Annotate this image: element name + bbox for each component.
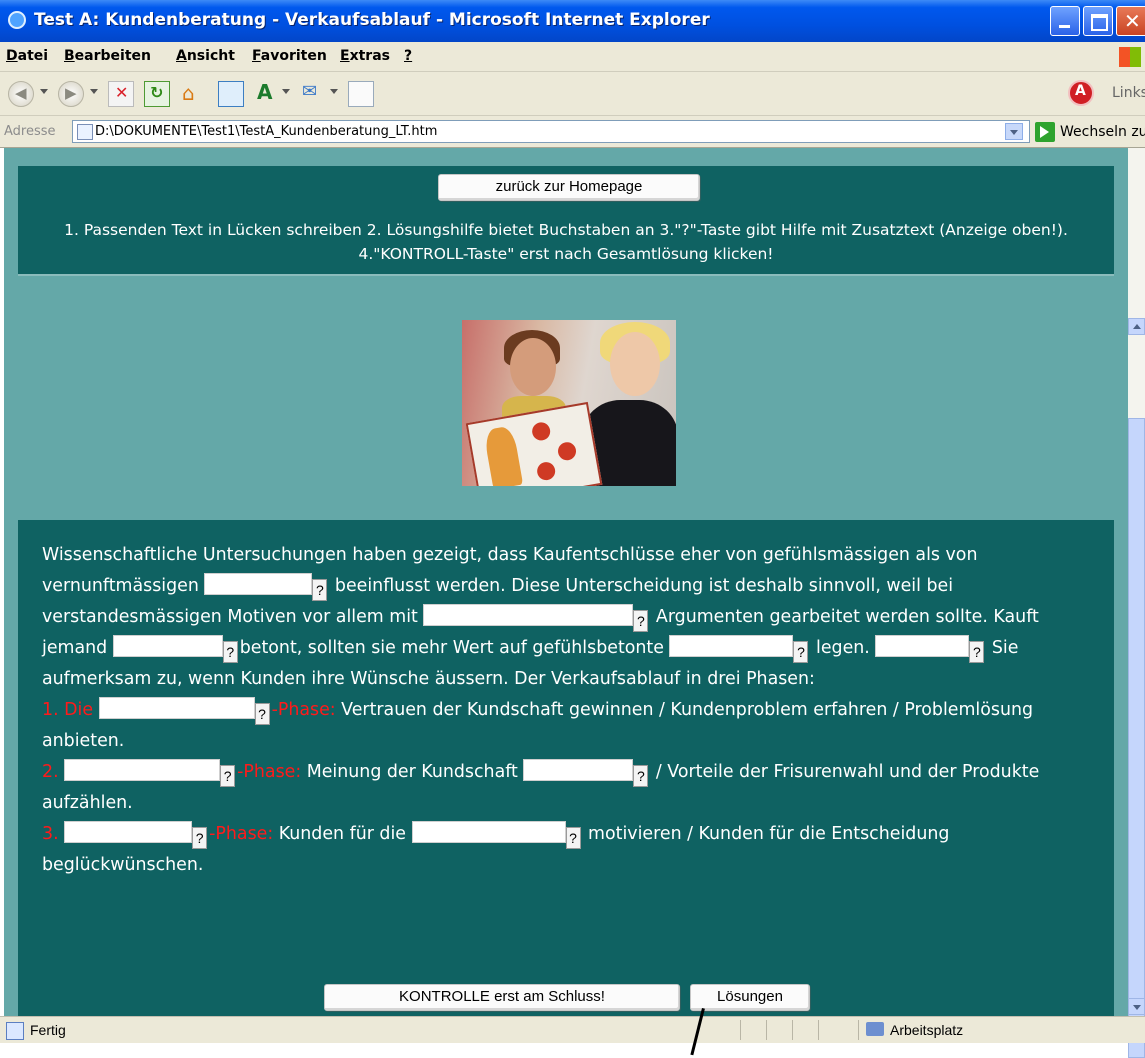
hint-button-5[interactable]: ? (969, 641, 985, 663)
divider (740, 1020, 741, 1040)
gap-input-3[interactable] (112, 635, 223, 657)
address-bar: Adresse D:\DOKUMENTE\Test1\TestA_Kundenb… (0, 116, 1145, 148)
page-icon (77, 124, 93, 140)
minimize-button[interactable] (1050, 6, 1080, 36)
close-icon: ✕ (1124, 9, 1141, 33)
gap-input-1[interactable] (204, 573, 313, 595)
gap-input-2[interactable] (423, 604, 634, 626)
mail-dropdown-icon[interactable] (330, 89, 338, 94)
check-button[interactable]: KONTROLLE erst am Schluss! (324, 984, 680, 1011)
home-icon[interactable]: ⌂ (180, 81, 206, 107)
forward-dropdown-icon[interactable] (90, 89, 98, 94)
hint-button-10[interactable]: ? (565, 827, 581, 849)
hint-button-9[interactable]: ? (192, 827, 208, 849)
page-viewport: zurück zur Homepage 1. Passenden Text in… (0, 148, 1128, 1016)
font-size-icon[interactable]: A (254, 80, 280, 107)
menu-ansicht[interactable]: Ansicht (176, 48, 235, 64)
consultation-photo (462, 320, 676, 486)
gap-input-4[interactable] (669, 635, 794, 657)
divider (18, 274, 1114, 276)
header-panel: zurück zur Homepage 1. Passenden Text in… (18, 166, 1114, 274)
back-dropdown-icon[interactable] (40, 89, 48, 94)
computer-zone-icon (866, 1022, 884, 1036)
divider (818, 1020, 819, 1040)
solutions-button[interactable]: Lösungen (690, 984, 810, 1011)
menu-bearbeiten[interactable]: Bearbeiten (64, 48, 151, 64)
phase-3-text: Kunden für die (273, 824, 412, 844)
maximize-button[interactable] (1083, 6, 1113, 36)
scroll-down-icon[interactable] (1128, 998, 1145, 1015)
exercise-panel: Wissenschaftliche Untersuchungen haben g… (18, 520, 1114, 1016)
phase-2-number: 2. (42, 762, 65, 782)
refresh-icon[interactable]: ↻ (144, 81, 170, 107)
gap-input-9[interactable] (64, 821, 193, 843)
go-button-label[interactable]: Wechseln zu (1060, 124, 1145, 140)
scroll-thumb[interactable] (1128, 418, 1145, 1058)
status-text: Fertig (30, 1022, 66, 1038)
gap-input-6[interactable] (98, 697, 255, 719)
instructions-text: 1. Passenden Text in Lücken schreiben 2.… (64, 221, 1068, 263)
phase-3-number: 3. (42, 824, 65, 844)
phase-3-label: -Phase: (209, 824, 274, 844)
phase-2-text: Meinung der Kundschaft (301, 762, 524, 782)
hint-button-6[interactable]: ? (254, 703, 270, 725)
hint-button-4[interactable]: ? (793, 641, 809, 663)
hint-button-1[interactable]: ? (312, 579, 328, 601)
phase-2-label: -Phase: (237, 762, 302, 782)
divider (792, 1020, 793, 1040)
print-preview-icon[interactable] (348, 81, 374, 107)
close-button[interactable]: ✕ (1116, 6, 1145, 36)
gap-input-7[interactable] (64, 759, 221, 781)
title-bar: Test A: Kundenberatung - Verkaufsablauf … (0, 0, 1145, 42)
page-status-icon (6, 1022, 24, 1040)
scroll-up-icon[interactable] (1128, 318, 1145, 335)
hint-button-8[interactable]: ? (633, 765, 649, 787)
passage-text: betont, sollten sie mehr Wert auf gefühl… (239, 638, 670, 658)
hint-button-7[interactable]: ? (220, 765, 236, 787)
links-label[interactable]: Links (1112, 85, 1145, 101)
menu-extras[interactable]: Extras (340, 48, 390, 64)
menu-favoriten[interactable]: Favoriten (252, 48, 327, 64)
ie-logo-icon (8, 11, 26, 29)
phase-1-label: -Phase: (271, 700, 336, 720)
passage-text: legen. (810, 638, 876, 658)
status-bar: Fertig Arbeitsplatz (0, 1016, 1145, 1043)
gap-input-5[interactable] (875, 635, 970, 657)
homepage-button[interactable]: zurück zur Homepage (438, 174, 700, 201)
hint-button-2[interactable]: ? (633, 610, 649, 632)
menu-datei[interactable]: Datei (6, 48, 48, 64)
window-title: Test A: Kundenberatung - Verkaufsablauf … (34, 10, 710, 30)
toolbar: ◀ ▶ ✕ ↻ ⌂ A ✉ A Links (0, 72, 1145, 116)
divider (766, 1020, 767, 1040)
stop-icon[interactable]: ✕ (108, 81, 134, 107)
forward-icon[interactable]: ▶ (58, 81, 84, 107)
go-arrow-icon[interactable] (1035, 122, 1055, 142)
menu-bar: Datei Bearbeiten Ansicht Favoriten Extra… (0, 42, 1145, 72)
windows-flag-icon (1119, 47, 1141, 67)
vertical-scrollbar[interactable] (1128, 148, 1145, 1058)
divider (858, 1020, 859, 1040)
phase-1-number: 1. Die (42, 700, 99, 720)
hint-button-3[interactable]: ? (222, 641, 238, 663)
security-zone-label: Arbeitsplatz (890, 1022, 964, 1038)
back-icon[interactable]: ◀ (8, 81, 34, 107)
menu-help[interactable]: ? (404, 48, 412, 64)
mail-icon[interactable]: ✉ (300, 81, 326, 107)
address-dropdown-icon[interactable] (1005, 123, 1023, 140)
font-size-dropdown-icon[interactable] (282, 89, 290, 94)
pdf-icon[interactable]: A (1068, 80, 1094, 106)
gap-input-10[interactable] (411, 821, 566, 843)
address-label: Adresse (4, 124, 56, 139)
address-url[interactable]: D:\DOKUMENTE\Test1\TestA_Kundenberatung_… (95, 124, 437, 139)
cloze-passage: Wissenschaftliche Untersuchungen haben g… (42, 540, 1102, 881)
media-icon[interactable] (218, 81, 244, 107)
address-input[interactable]: D:\DOKUMENTE\Test1\TestA_Kundenberatung_… (72, 120, 1030, 143)
gap-input-8[interactable] (523, 759, 634, 781)
